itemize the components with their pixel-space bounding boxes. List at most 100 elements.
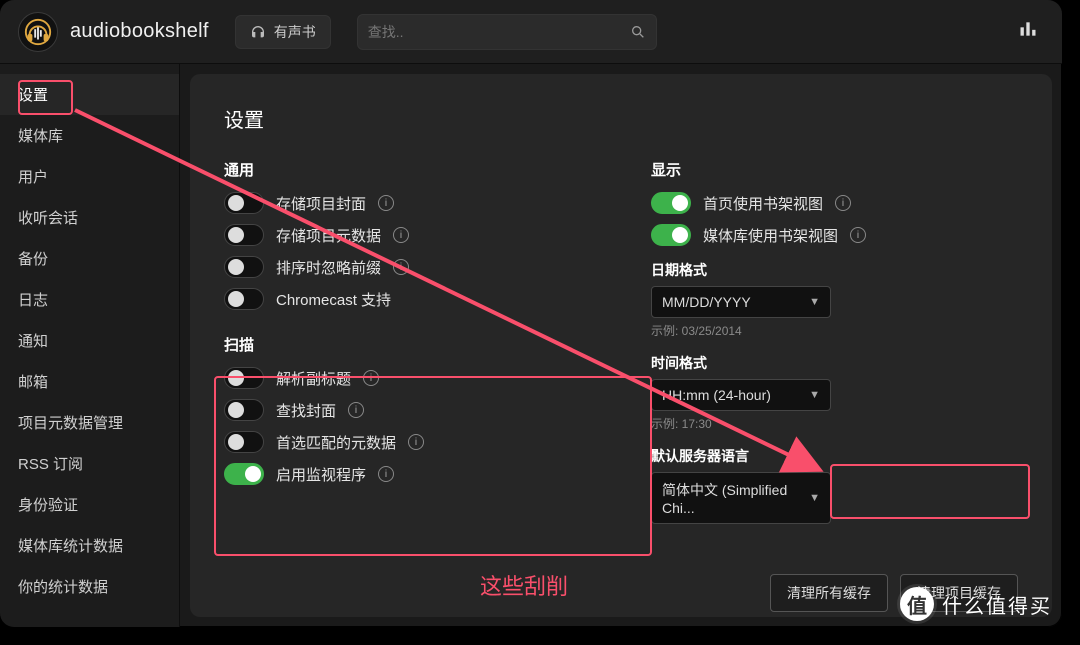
time-format-label: 时间格式: [651, 353, 1018, 373]
info-icon[interactable]: i: [393, 227, 409, 243]
sidebar-item-auth[interactable]: 身份验证: [0, 484, 179, 525]
info-icon[interactable]: i: [835, 195, 851, 211]
purge-items-button[interactable]: 清理项目缓存: [900, 574, 1018, 612]
info-icon[interactable]: i: [393, 259, 409, 275]
sidebar-item-label: 项目元数据管理: [18, 415, 123, 432]
row-label: 媒体库使用书架视图: [703, 225, 838, 246]
toggle-find-cover[interactable]: [224, 399, 264, 421]
sidebar-item-libraries[interactable]: 媒体库: [0, 115, 179, 156]
purge-all-button[interactable]: 清理所有缓存: [770, 574, 888, 612]
sidebar-item-label: 你的统计数据: [18, 579, 108, 596]
section-general-head: 通用: [224, 159, 591, 180]
sidebar-item-label: 备份: [18, 251, 48, 268]
bar-chart-icon: [1018, 19, 1038, 39]
toggle-lib-bookshelf[interactable]: [651, 224, 691, 246]
sidebar-item-settings[interactable]: 设置: [0, 74, 179, 115]
date-example: 示例: 03/25/2014: [651, 322, 1018, 339]
toggle-store-cover[interactable]: [224, 192, 264, 214]
main-panel: 设置 通用 存储项目封面 i 存储项目元数据 i: [190, 74, 1052, 617]
sidebar-item-sessions[interactable]: 收听会话: [0, 197, 179, 238]
section-scan-head: 扫描: [224, 334, 591, 355]
search-input[interactable]: [368, 24, 630, 40]
library-selector[interactable]: 有声书: [235, 15, 331, 49]
sidebar-item-label: 邮箱: [18, 374, 48, 391]
sidebar-item-logs[interactable]: 日志: [0, 279, 179, 320]
row-parse-subtitle: 解析副标题 i: [224, 367, 591, 389]
sidebar-item-yourstats[interactable]: 你的统计数据: [0, 566, 179, 607]
info-icon[interactable]: i: [378, 195, 394, 211]
row-find-cover: 查找封面 i: [224, 399, 591, 421]
sidebar-item-backups[interactable]: 备份: [0, 238, 179, 279]
row-home-bookshelf: 首页使用书架视图 i: [651, 192, 1018, 214]
info-icon[interactable]: i: [363, 370, 379, 386]
lang-label: 默认服务器语言: [651, 446, 1018, 466]
sidebar-item-label: 收听会话: [18, 210, 78, 227]
toggle-parse-subtitle[interactable]: [224, 367, 264, 389]
info-icon[interactable]: i: [378, 466, 394, 482]
row-enable-watcher: 启用监视程序 i: [224, 463, 591, 485]
headphones-small-icon: [250, 24, 266, 40]
sidebar-item-label: 身份验证: [18, 497, 78, 514]
row-label: 存储项目元数据: [276, 225, 381, 246]
row-label: 首选匹配的元数据: [276, 432, 396, 453]
search-box[interactable]: [357, 14, 657, 50]
sidebar-item-label: 通知: [18, 333, 48, 350]
sidebar-item-rss[interactable]: RSS 订阅: [0, 443, 179, 484]
row-label: Chromecast 支持: [276, 289, 391, 310]
stats-button[interactable]: [1012, 13, 1044, 50]
header: audiobookshelf 有声书: [0, 0, 1062, 64]
search-icon: [630, 24, 646, 40]
sidebar-item-users[interactable]: 用户: [0, 156, 179, 197]
row-label: 查找封面: [276, 400, 336, 421]
sidebar-item-email[interactable]: 邮箱: [0, 361, 179, 402]
sidebar-item-notifications[interactable]: 通知: [0, 320, 179, 361]
sidebar-item-label: 媒体库统计数据: [18, 538, 123, 555]
page-title: 设置: [224, 104, 1018, 133]
col-right: 显示 首页使用书架视图 i 媒体库使用书架视图 i 日期格式 MM/DD/YYY…: [651, 153, 1018, 524]
date-format-value: MM/DD/YYYY: [662, 294, 751, 310]
sidebar-item-label: 媒体库: [18, 128, 63, 145]
toggle-enable-watcher[interactable]: [224, 463, 264, 485]
col-left: 通用 存储项目封面 i 存储项目元数据 i 排序时忽略前缀 i: [224, 153, 591, 524]
lang-select[interactable]: 简体中文 (Simplified Chi... ▼: [651, 472, 831, 524]
footer-buttons: 清理所有缓存 清理项目缓存: [224, 574, 1018, 612]
row-sort-prefix: 排序时忽略前缀 i: [224, 256, 591, 278]
chevron-down-icon: ▼: [809, 389, 820, 401]
time-example: 示例: 17:30: [651, 415, 1018, 432]
app-logo[interactable]: [18, 12, 58, 52]
logo-wrap: audiobookshelf: [18, 12, 209, 52]
row-label: 启用监视程序: [276, 464, 366, 485]
sidebar: 设置 媒体库 用户 收听会话 备份 日志 通知 邮箱 项目元数据管理 RSS 订…: [0, 64, 180, 627]
info-icon[interactable]: i: [850, 227, 866, 243]
library-label: 有声书: [274, 22, 316, 42]
time-format-select[interactable]: HH:mm (24-hour) ▼: [651, 379, 831, 411]
row-chromecast: Chromecast 支持: [224, 288, 591, 310]
info-icon[interactable]: i: [348, 402, 364, 418]
date-format-select[interactable]: MM/DD/YYYY ▼: [651, 286, 831, 318]
sidebar-item-label: 设置: [18, 87, 48, 104]
section-display-head: 显示: [651, 159, 1018, 180]
date-format-label: 日期格式: [651, 260, 1018, 280]
row-label: 解析副标题: [276, 368, 351, 389]
sidebar-item-label: RSS 订阅: [18, 456, 83, 473]
toggle-sort-prefix[interactable]: [224, 256, 264, 278]
row-lib-bookshelf: 媒体库使用书架视图 i: [651, 224, 1018, 246]
toggle-store-meta[interactable]: [224, 224, 264, 246]
toggle-home-bookshelf[interactable]: [651, 192, 691, 214]
time-format-value: HH:mm (24-hour): [662, 387, 771, 403]
chevron-down-icon: ▼: [809, 492, 820, 504]
row-label: 排序时忽略前缀: [276, 257, 381, 278]
sidebar-item-libstats[interactable]: 媒体库统计数据: [0, 525, 179, 566]
sidebar-item-label: 日志: [18, 292, 48, 309]
toggle-chromecast[interactable]: [224, 288, 264, 310]
row-label: 存储项目封面: [276, 193, 366, 214]
row-prefer-matched: 首选匹配的元数据 i: [224, 431, 591, 453]
app-title[interactable]: audiobookshelf: [70, 20, 209, 43]
sidebar-item-metadata[interactable]: 项目元数据管理: [0, 402, 179, 443]
toggle-prefer-matched[interactable]: [224, 431, 264, 453]
lang-value: 简体中文 (Simplified Chi...: [662, 480, 809, 516]
info-icon[interactable]: i: [408, 434, 424, 450]
row-store-cover: 存储项目封面 i: [224, 192, 591, 214]
row-label: 首页使用书架视图: [703, 193, 823, 214]
row-store-meta: 存储项目元数据 i: [224, 224, 591, 246]
